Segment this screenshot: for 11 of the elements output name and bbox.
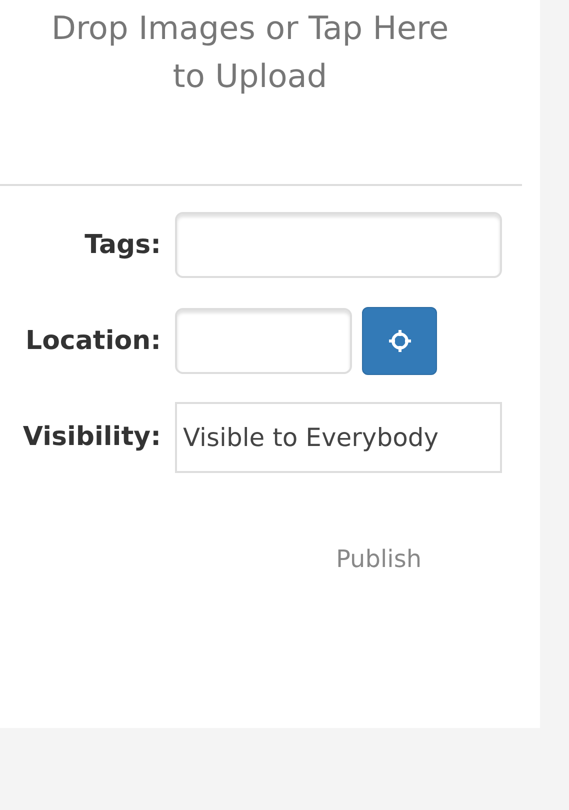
publish-button[interactable]: Publish xyxy=(322,537,436,581)
location-field[interactable] xyxy=(175,308,352,374)
upload-prompt: to Upload xyxy=(172,56,328,97)
crosshair-icon xyxy=(386,328,412,354)
upload-prompt: Drop Images or Tap Here xyxy=(51,8,449,49)
locate-button[interactable] xyxy=(362,307,437,375)
tags-field[interactable] xyxy=(175,212,502,278)
field-label: Location: xyxy=(24,326,161,356)
field-label: Tags: xyxy=(84,230,161,260)
visibility-dropdown[interactable]: Visible to Everybody xyxy=(175,402,502,472)
field-label: Visibility: xyxy=(22,422,161,452)
